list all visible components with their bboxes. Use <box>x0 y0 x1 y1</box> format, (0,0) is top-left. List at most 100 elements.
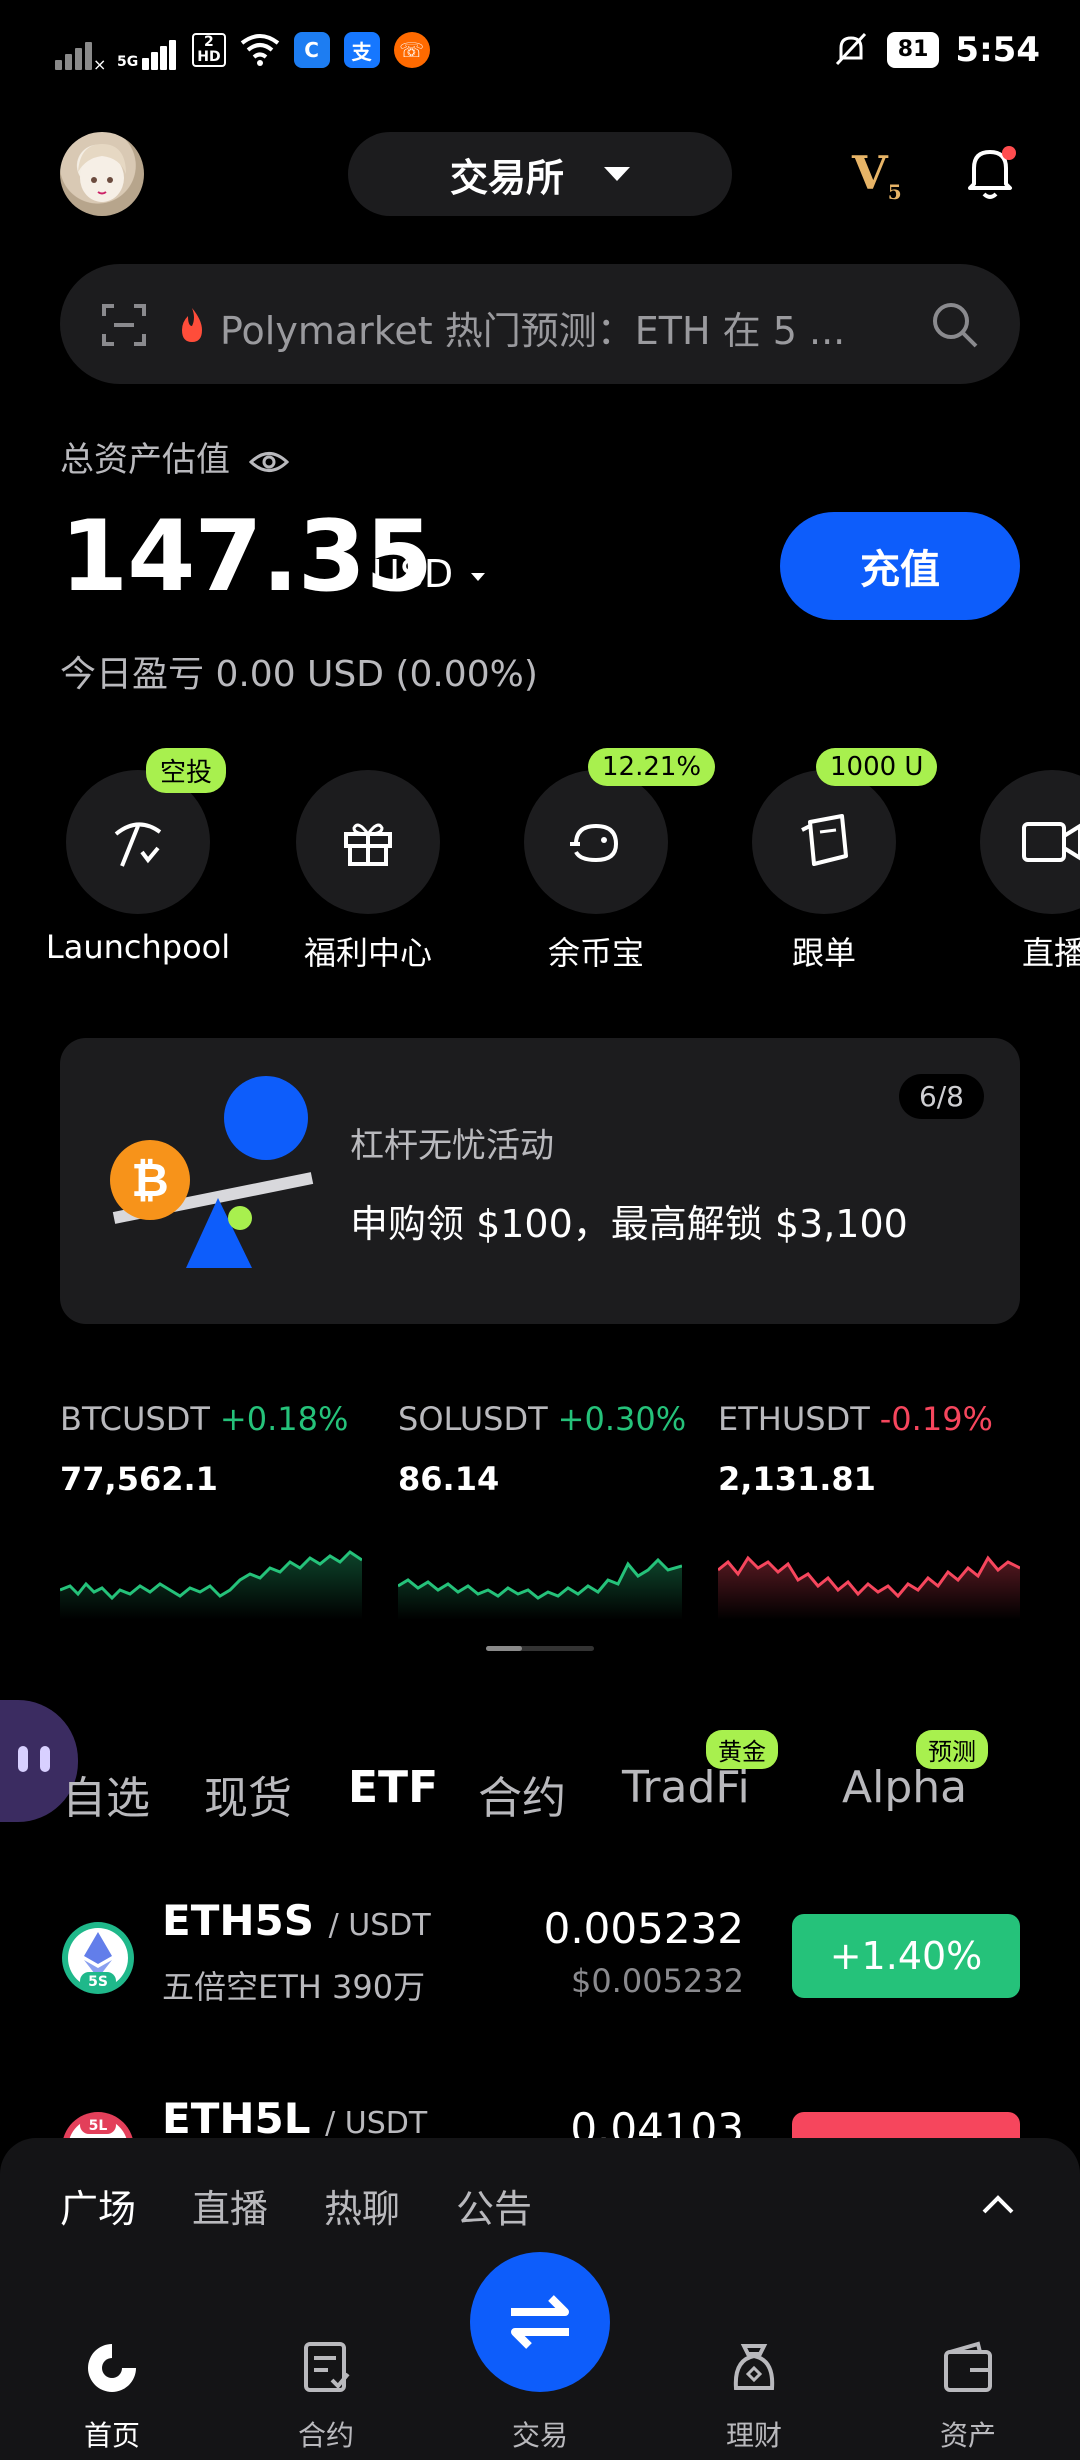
sol-sparkline <box>398 1557 682 1620</box>
total-assets-label: 总资产估值 <box>60 432 289 481</box>
eth5s-token-icon: 5S <box>62 1922 134 1994</box>
tab-watchlist[interactable]: 自选 <box>62 1762 150 1826</box>
avatar[interactable] <box>60 132 144 216</box>
wallet-icon <box>944 2341 992 2392</box>
ticker-btcusdt[interactable]: BTCUSDT +0.18% 77,562.1 <box>60 1400 348 1498</box>
tab-spot[interactable]: 现货 <box>204 1762 292 1826</box>
tab-badge-gold: 黄金 <box>706 1730 778 1769</box>
shortcut-launchpool[interactable]: 空投 Launchpool <box>28 748 248 966</box>
signal-icon-sim2: 5G <box>117 30 178 70</box>
battery-indicator: 81 <box>886 32 940 68</box>
row-symbol: ETH5S / USDT <box>162 1896 431 1945</box>
shortcut-label: Launchpool <box>45 928 231 966</box>
pager-active-indicator <box>486 1646 522 1651</box>
status-bar: × 5G 2 HD C 支 ☏ 81 5:54 <box>0 0 1080 110</box>
tab-futures[interactable]: 合约 <box>478 1762 566 1826</box>
shortcut-copy-trading[interactable]: 1000 U 跟单 <box>714 748 938 974</box>
vip-badge[interactable]: V5 <box>852 146 902 204</box>
ticker-symbol: SOLUSDT <box>398 1400 548 1438</box>
nav-contract[interactable]: 合约 <box>256 2340 396 2454</box>
ticker-solusdt[interactable]: SOLUSDT +0.30% 86.14 <box>398 1400 686 1498</box>
promo-banner[interactable]: ₿ 6/8 杠杆无忧活动 申购领 $100，最高解锁 $3,100 <box>60 1038 1020 1324</box>
gift-icon <box>344 823 392 866</box>
tab-badge-prediction: 预测 <box>916 1730 988 1769</box>
caret-down-icon <box>471 572 486 581</box>
ticker-price: 2,131.81 <box>718 1460 876 1498</box>
panel-tab-live[interactable]: 直播 <box>192 2178 268 2233</box>
shortcut-badge: 1000 U <box>816 748 938 786</box>
svg-text:5S: 5S <box>88 1974 108 1990</box>
row-symbol: ETH5L / USDT <box>162 2094 428 2143</box>
shortcut-badge: 空投 <box>146 748 227 793</box>
nav-label: 首页 <box>83 2419 140 2452</box>
home-icon <box>88 2344 136 2392</box>
nav-label: 理财 <box>725 2419 782 2452</box>
vip-level: 5 <box>887 180 902 205</box>
signal-icon-sim1: × <box>55 30 106 74</box>
status-left: × 5G 2 HD C 支 ☏ <box>55 30 430 74</box>
tab-alpha[interactable]: Alpha <box>842 1762 967 1813</box>
eye-icon[interactable] <box>248 447 289 477</box>
nav-assets[interactable]: 资产 <box>898 2340 1038 2454</box>
currency-selector[interactable]: USD <box>372 552 486 596</box>
video-camera-icon <box>1022 822 1080 862</box>
shortcut-label: 余币宝 <box>547 934 644 972</box>
nav-finance[interactable]: 理财 <box>684 2340 824 2454</box>
ticker-symbol: ETHUSDT <box>718 1400 870 1438</box>
exchange-switcher[interactable]: 交易所 <box>348 132 732 216</box>
nav-label: 交易 <box>511 2419 568 2452</box>
clock: 5:54 <box>955 30 1040 70</box>
shortcut-label: 福利中心 <box>303 934 432 972</box>
svg-text:5L: 5L <box>89 2118 108 2134</box>
scan-icon[interactable] <box>100 302 148 348</box>
shortcut-label: 跟单 <box>791 934 856 972</box>
ticker-pager <box>486 1646 594 1651</box>
notification-button[interactable] <box>960 140 1020 204</box>
ticker-price: 77,562.1 <box>60 1460 218 1498</box>
today-pnl: 今日盈亏 0.00 USD (0.00%) <box>60 654 538 695</box>
avatar-image <box>78 144 126 202</box>
nav-label: 合约 <box>297 2419 354 2452</box>
shortcut-label: 直播 <box>1022 934 1080 972</box>
panel-tab-announcements[interactable]: 公告 <box>456 2178 532 2233</box>
recharge-button[interactable]: 充值 <box>780 512 1020 620</box>
shortcut-badge: 12.21% <box>588 748 716 786</box>
finance-icon <box>733 2344 775 2390</box>
search-bar[interactable]: Polymarket 热门预测：ETH 在 5 ... <box>60 264 1020 384</box>
nav-label: 资产 <box>939 2419 996 2452</box>
mute-bell-icon <box>835 32 866 66</box>
trade-icon <box>511 2295 569 2349</box>
ticker-ethusdt[interactable]: ETHUSDT -0.19% 2,131.81 <box>718 1400 993 1498</box>
banner-page-counter: 6/8 <box>898 1074 984 1119</box>
eth-sparkline <box>718 1555 1020 1620</box>
panel-tab-square[interactable]: 广场 <box>60 2178 136 2233</box>
shortcut-savings[interactable]: 12.21% 余币宝 <box>486 748 716 974</box>
search-icon[interactable] <box>930 300 980 350</box>
shortcut-live[interactable]: 直播 <box>942 770 1080 974</box>
seesaw-illustration: ₿ <box>110 1076 314 1268</box>
hd-icon: 2 HD <box>192 33 226 67</box>
row-change-badge[interactable]: +1.40% <box>792 1914 1020 1998</box>
svg-text:₿: ₿ <box>131 1153 169 1207</box>
phone-app-icon: ☏ <box>393 32 430 68</box>
ticker-symbol: BTCUSDT <box>60 1400 210 1438</box>
alipay-icon: 支 <box>343 32 380 68</box>
copy-cards-icon <box>801 814 848 866</box>
ticker-change: +0.18% <box>219 1400 349 1438</box>
nav-home[interactable]: 首页 <box>42 2340 182 2454</box>
panel-tab-chat[interactable]: 热聊 <box>324 2178 400 2233</box>
btc-sparkline <box>60 1550 362 1620</box>
shortcut-rewards-center[interactable]: 福利中心 <box>258 770 478 974</box>
banner-subtitle: 杠杆无忧活动 <box>350 1126 554 1166</box>
chevron-down-icon <box>604 167 630 181</box>
status-right: 81 5:54 <box>831 30 1040 70</box>
tab-etf[interactable]: ETF <box>348 1762 438 1813</box>
ticker-price: 86.14 <box>398 1460 500 1498</box>
vip-label: V <box>852 146 888 200</box>
nav-trade[interactable]: 交易 <box>470 2400 610 2454</box>
chevron-up-icon[interactable] <box>980 2192 1016 2216</box>
tab-tradfi[interactable]: TradFi <box>622 1762 750 1813</box>
row-price: 0.005232 <box>543 1904 744 1953</box>
app-notification-icon-1: C <box>293 32 330 68</box>
nav-trade-button[interactable] <box>470 2252 610 2392</box>
